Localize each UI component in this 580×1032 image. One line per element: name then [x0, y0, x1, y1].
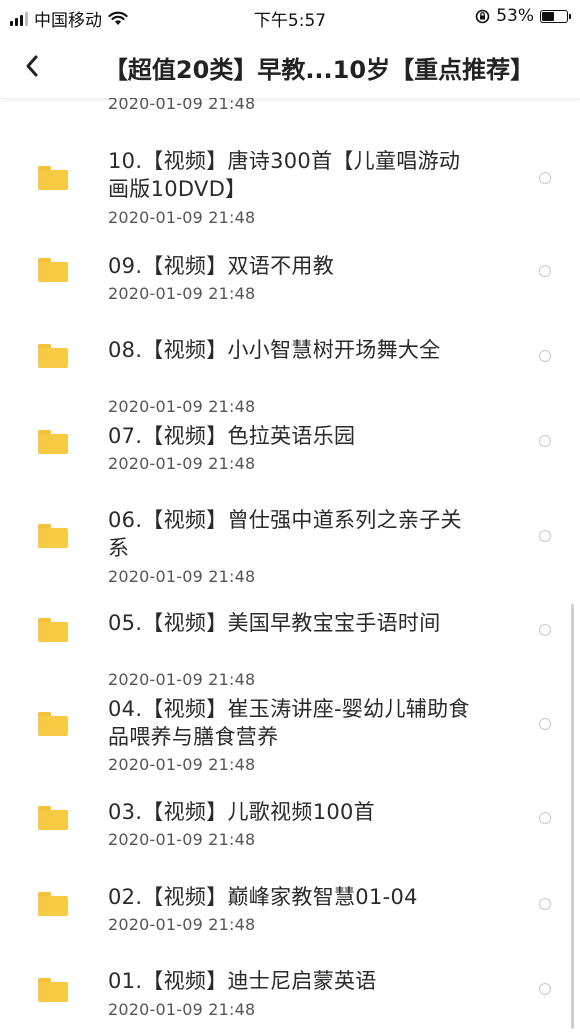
- page-title: 【超值20类】早教...10岁【重点推荐】: [103, 56, 535, 84]
- list-item-title: 02.【视频】巅峰家教智慧01-04: [108, 885, 418, 909]
- folder-icon: [38, 978, 68, 1002]
- list-item-date: 2020-01-09 21:48: [108, 454, 256, 473]
- list-item-date: 2020-01-09 21:48: [108, 1000, 256, 1019]
- back-button[interactable]: [14, 48, 50, 84]
- select-radio[interactable]: [539, 812, 551, 824]
- folder-icon: [38, 806, 68, 830]
- select-radio[interactable]: [539, 624, 551, 636]
- select-radio[interactable]: [539, 898, 551, 910]
- scrollbar[interactable]: [571, 604, 574, 1029]
- list-item-date-partial: 2020-01-09 21:48: [108, 98, 256, 113]
- list-item-title: 06.【视频】曾仕强中道系列之亲子关系: [108, 508, 462, 560]
- select-radio[interactable]: [539, 172, 551, 184]
- list-item-date: 2020-01-09 21:48: [108, 284, 256, 303]
- list-item-title: 07.【视频】色拉英语乐园: [108, 424, 356, 448]
- list-item-date: 2020-01-09 21:48: [108, 830, 256, 849]
- status-bar: 中国移动 下午5:57 53%: [0, 0, 580, 34]
- folder-icon: [38, 712, 68, 736]
- file-list: 2020-01-09 21:48 10.【视频】唐诗300首【儿童唱游动画版10…: [0, 98, 580, 1032]
- folder-icon: [38, 344, 68, 368]
- orientation-lock-icon: [475, 9, 490, 23]
- folder-icon: [38, 618, 68, 642]
- status-right: 53%: [475, 6, 571, 26]
- list-item-date: 2020-01-09 21:48: [108, 915, 256, 934]
- folder-icon: [38, 166, 68, 190]
- select-radio[interactable]: [539, 265, 551, 277]
- select-radio[interactable]: [539, 718, 551, 730]
- chevron-left-icon: [26, 55, 38, 77]
- select-radio[interactable]: [539, 350, 551, 362]
- list-item-title: 04.【视频】崔玉涛讲座-婴幼儿辅助食品喂养与膳食营养: [108, 697, 470, 749]
- nav-bar: 【超值20类】早教...10岁【重点推荐】: [0, 34, 580, 98]
- list-item-title: 05.【视频】美国早教宝宝手语时间: [108, 611, 441, 635]
- folder-icon: [38, 524, 68, 548]
- folder-icon: [38, 892, 68, 916]
- list-item-date: 2020-01-09 21:48: [108, 755, 256, 774]
- select-radio[interactable]: [539, 435, 551, 447]
- folder-icon: [38, 430, 68, 454]
- battery-percent: 53%: [496, 6, 534, 26]
- list-item-date: 2020-01-09 21:48: [108, 670, 256, 689]
- list-item-title: 03.【视频】儿歌视频100首: [108, 800, 375, 824]
- list-item-title: 09.【视频】双语不用教: [108, 254, 334, 278]
- battery-icon: [540, 9, 571, 23]
- list-item-date: 2020-01-09 21:48: [108, 397, 256, 416]
- list-item-title: 10.【视频】唐诗300首【儿童唱游动画版10DVD】: [108, 149, 461, 201]
- list-item-date: 2020-01-09 21:48: [108, 567, 256, 586]
- select-radio[interactable]: [539, 983, 551, 995]
- list-item-title: 01.【视频】迪士尼启蒙英语: [108, 969, 377, 993]
- list-item-title: 08.【视频】小小智慧树开场舞大全: [108, 338, 441, 362]
- folder-icon: [38, 258, 68, 282]
- list-item-date: 2020-01-09 21:48: [108, 208, 256, 227]
- select-radio[interactable]: [539, 530, 551, 542]
